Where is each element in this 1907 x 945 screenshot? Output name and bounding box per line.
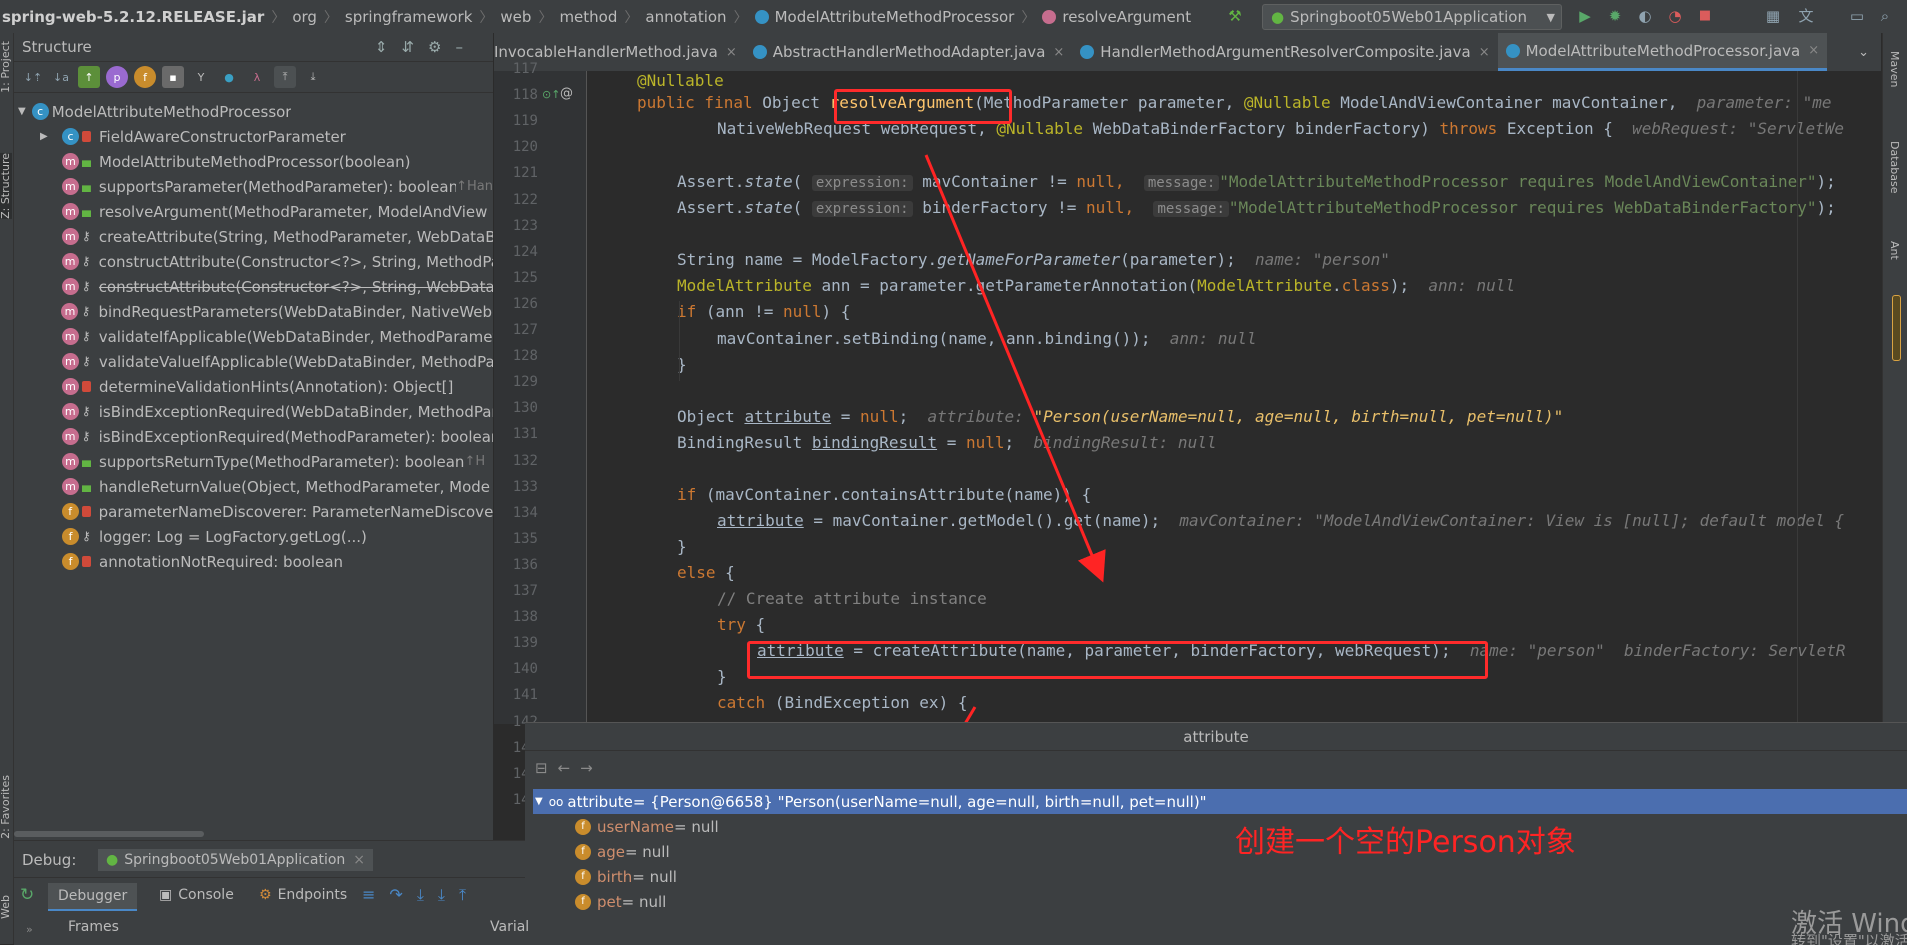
debug-config-tab[interactable]: ● Springboot05Web01Application ×	[98, 849, 374, 871]
field-value: = null	[673, 817, 719, 836]
popup-nav-icons[interactable]: ⊟←→	[535, 759, 603, 777]
variables-label: Varial	[490, 919, 530, 935]
evaluate-popup: attribute ⊟←→ ▼ oo attribute = {Person@6…	[525, 722, 1907, 945]
watermark-line2: 转到"设置"以激活 Windows	[1791, 932, 1907, 945]
debug-config-label: Springboot05Web01Application	[124, 852, 346, 868]
collapse-arrow-icon[interactable]: ▼	[535, 796, 543, 807]
popup-title: attribute	[525, 723, 1907, 751]
field-name: pet	[597, 892, 622, 911]
popup-field-row[interactable]: f pet = null	[575, 889, 666, 914]
frames-label: Frames	[68, 919, 119, 935]
rerun-icon[interactable]: ↻	[20, 885, 34, 905]
field-icon: f	[575, 868, 591, 885]
field-name: birth	[597, 867, 633, 886]
tab-label: Debugger	[58, 888, 128, 904]
close-icon[interactable]: ×	[353, 852, 365, 868]
tab-label: Console	[178, 887, 234, 903]
popup-root-row[interactable]: ▼ oo attribute = {Person@6658} "Person(u…	[533, 789, 1907, 814]
field-name: userName	[597, 817, 674, 836]
tab-console[interactable]: ▣ Console	[159, 887, 234, 903]
popup-field-row[interactable]: f userName = null	[575, 814, 719, 839]
annotation-label: 创建一个空的Person对象	[1235, 825, 1576, 860]
watch-glasses-icon: oo	[548, 794, 564, 809]
tab-endpoints[interactable]: ⚙ Endpoints	[259, 887, 347, 903]
debug-label: Debug:	[22, 851, 77, 869]
field-value: = null	[632, 867, 677, 886]
popup-root-name: attribute	[567, 792, 633, 811]
field-icon: f	[575, 818, 591, 835]
step-icons[interactable]: ≡↷⤓⤓⤒	[362, 885, 480, 905]
expand-icon[interactable]: »	[26, 923, 33, 936]
field-icon: f	[575, 893, 591, 910]
field-name: age	[597, 842, 625, 861]
field-value: = null	[621, 892, 667, 911]
popup-root-value: = {Person@6658} "Person(userName=null, a…	[632, 792, 1207, 811]
endpoints-icon: ⚙	[259, 887, 272, 903]
field-icon: f	[575, 843, 591, 860]
tab-debugger[interactable]: Debugger	[48, 883, 138, 911]
popup-field-row[interactable]: f birth = null	[575, 864, 677, 889]
popup-field-row[interactable]: f age = null	[575, 839, 670, 864]
arrow-to-create-attribute	[924, 154, 1106, 583]
tab-label: Endpoints	[277, 887, 348, 903]
debug-panel: Debug: ● Springboot05Web01Application × …	[14, 840, 529, 945]
console-icon: ▣	[159, 887, 173, 903]
spring-boot-icon: ●	[106, 852, 119, 868]
field-value: = null	[624, 842, 670, 861]
